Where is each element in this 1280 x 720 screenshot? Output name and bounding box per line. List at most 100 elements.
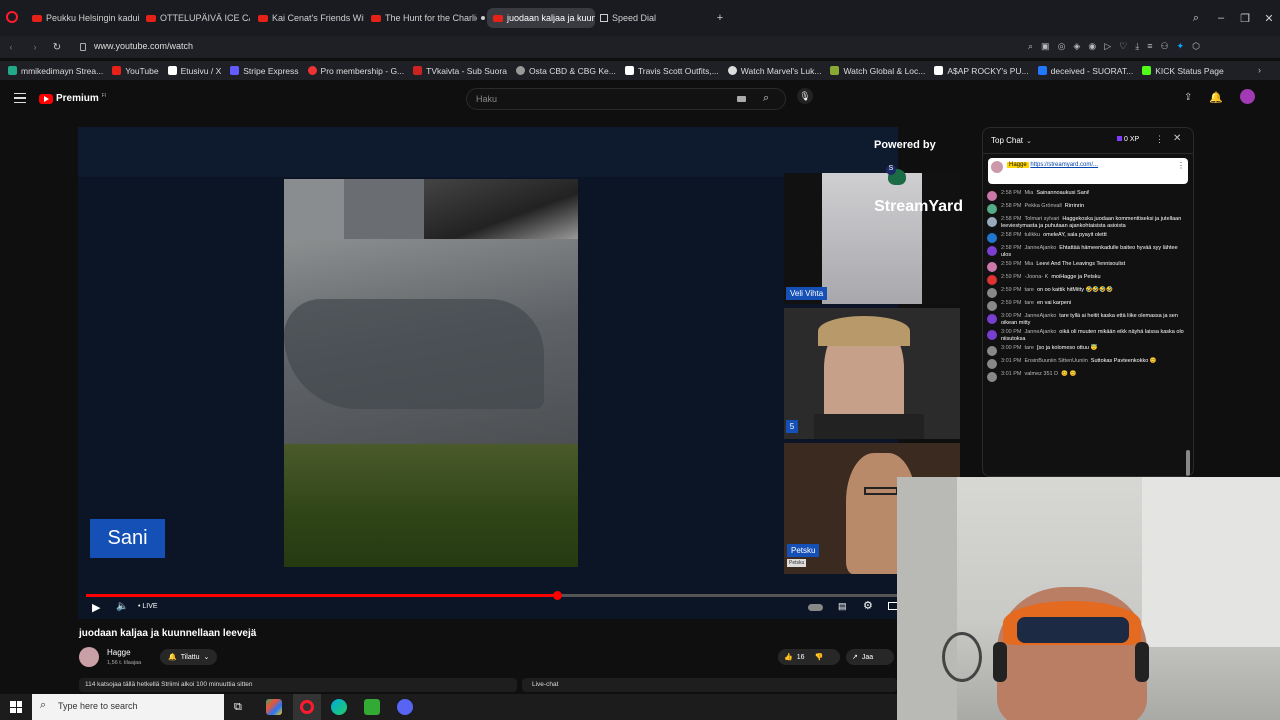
progress-track[interactable] bbox=[86, 594, 898, 597]
camera-icon[interactable]: ◎ bbox=[1058, 41, 1066, 53]
bookmark-item[interactable]: YouTube bbox=[112, 66, 159, 76]
thumbs-up-icon[interactable]: 👍 bbox=[784, 653, 793, 661]
shield-icon[interactable]: ◈ bbox=[1073, 41, 1080, 53]
taskbar-search[interactable]: ⌕ Type here to search bbox=[32, 694, 224, 720]
back-icon[interactable]: ‹ bbox=[4, 40, 18, 54]
channel-name[interactable]: Hagge bbox=[107, 648, 131, 657]
close-chat-icon[interactable]: ✕ bbox=[1173, 133, 1181, 144]
chat-author[interactable]: JanneAjanko bbox=[1024, 329, 1056, 335]
search-box[interactable]: Haku ⌕ bbox=[466, 88, 786, 110]
snapshot-icon[interactable]: ▣ bbox=[1041, 41, 1050, 53]
bookmark-item[interactable]: Pro membership - G... bbox=[307, 66, 404, 76]
search-input[interactable]: Haku bbox=[476, 94, 497, 104]
chat-message[interactable]: 3:00 PM JanneAjanko oikä oli muuten mikään… bbox=[983, 328, 1193, 344]
chat-author[interactable]: -Joona- K bbox=[1024, 274, 1048, 280]
search-icon[interactable]: ⌕ bbox=[1028, 41, 1033, 53]
more-options-icon[interactable]: ⋮ bbox=[1155, 134, 1164, 145]
subscribe-button[interactable]: 🔔 Tilattu ⌄ bbox=[160, 649, 218, 665]
chat-author[interactable]: tare bbox=[1024, 287, 1033, 293]
chat-author[interactable]: tare bbox=[1024, 300, 1033, 306]
notifications-bell-icon[interactable]: 🔔 bbox=[1209, 91, 1223, 104]
avatar[interactable] bbox=[1240, 89, 1255, 104]
tab-speed-dial[interactable]: Speed Dial bbox=[600, 8, 670, 28]
chat-message[interactable]: 2:58 PM tulikku omeleAY, sala pyayit olett… bbox=[983, 231, 1193, 244]
bookmark-item[interactable]: KICK Status Page bbox=[1142, 66, 1224, 76]
chat-author[interactable]: Mia bbox=[1024, 190, 1033, 196]
minimize-button[interactable]: – bbox=[1214, 11, 1228, 25]
chat-author[interactable]: tare bbox=[1024, 345, 1033, 351]
edge-icon[interactable] bbox=[331, 699, 347, 715]
aria-icon[interactable]: ✦ bbox=[1177, 41, 1185, 53]
extensions-icon[interactable]: ⬡ bbox=[1192, 41, 1200, 53]
keyboard-icon[interactable] bbox=[737, 96, 746, 102]
chat-message[interactable]: 2:59 PM -Joona- KmoiHagge ja Petsku bbox=[983, 273, 1193, 286]
close-window-button[interactable]: ✕ bbox=[1262, 11, 1276, 25]
windows-start-icon[interactable] bbox=[10, 701, 22, 713]
menu-icon[interactable]: ≡ bbox=[1147, 41, 1152, 53]
pinned-link[interactable]: https://streamyard.com/... bbox=[1030, 162, 1098, 168]
bookmark-item[interactable]: deceived - SUORAT... bbox=[1037, 66, 1133, 76]
chat-author[interactable]: EnsinBuuniin SittenUuniin bbox=[1024, 358, 1087, 364]
chat-author[interactable]: Pekka Grönvall bbox=[1024, 203, 1061, 209]
chat-message[interactable]: 3:01 PM valmez 351 D 😊 😊 bbox=[983, 370, 1193, 383]
play-button[interactable]: ▶ bbox=[92, 601, 100, 614]
live-indicator[interactable]: • LIVE bbox=[138, 603, 158, 610]
url-field[interactable]: www.youtube.com/watch bbox=[94, 41, 193, 51]
hamburger-menu-icon[interactable] bbox=[14, 93, 26, 103]
vpn-icon[interactable]: ◉ bbox=[1088, 41, 1096, 53]
tab-2[interactable]: OTTELUPÄIVÄ ICE CAGE 5 bbox=[146, 8, 250, 28]
video-player[interactable]: Sani Powered by S StreamYard Veli Vihta … bbox=[78, 127, 963, 619]
task-view-icon[interactable]: ⧉ bbox=[234, 701, 242, 714]
pinned-message[interactable]: Hagge https://streamyard.com/... ⋮ bbox=[988, 158, 1188, 184]
bookmark-item[interactable]: mmikedimayn Strea... bbox=[8, 66, 103, 76]
search-tabs-icon[interactable]: ⌕ bbox=[1189, 11, 1203, 25]
account-icon[interactable]: ⚇ bbox=[1160, 41, 1168, 53]
chat-author[interactable]: Tolmari sylvari bbox=[1024, 216, 1059, 222]
live-chat-header[interactable]: Live-chat bbox=[522, 678, 897, 692]
xp-badge[interactable]: 0 XP bbox=[1117, 136, 1139, 143]
taskbar-search-input[interactable]: Type here to search bbox=[58, 701, 138, 711]
share-button[interactable]: ↗ Jaa bbox=[846, 649, 894, 665]
bookmark-item[interactable]: Stripe Express bbox=[230, 66, 299, 76]
chat-message[interactable]: 2:59 PM tare on oo kattik hitMitty 🤣🤣🤣🤣 bbox=[983, 286, 1193, 299]
tab-3[interactable]: Kai Cenat's Friends Will B bbox=[258, 8, 364, 28]
chat-author[interactable]: JanneAjanko bbox=[1024, 313, 1056, 319]
bookmark-item[interactable]: Etusivu / X bbox=[167, 66, 221, 76]
subtitles-icon[interactable]: ▤ bbox=[838, 601, 847, 612]
chat-message[interactable]: 2:58 PM Pekka Grönvall Rirrinrin bbox=[983, 202, 1193, 215]
bookmark-item[interactable]: A$AP ROCKY's PU... bbox=[934, 66, 1029, 76]
chat-scrollbar[interactable] bbox=[1186, 450, 1190, 476]
autoplay-toggle[interactable] bbox=[808, 604, 823, 611]
bookmark-item[interactable]: TVkaivta - Sub Suora bbox=[413, 66, 507, 76]
volume-icon[interactable]: 🔈 bbox=[116, 601, 128, 612]
progress-scrubber[interactable] bbox=[552, 591, 562, 600]
chat-message[interactable]: 2:59 PM tare en vai karpeni bbox=[983, 299, 1193, 312]
tab-5-active[interactable]: juodaan kaljaa ja kuunnel bbox=[487, 8, 595, 28]
discord-icon[interactable] bbox=[397, 699, 413, 715]
heart-icon[interactable]: ♡ bbox=[1119, 41, 1127, 53]
youtube-premium-logo[interactable]: Premium FI bbox=[39, 93, 106, 104]
chat-author[interactable]: valmez 351 D bbox=[1024, 371, 1058, 377]
maximize-button[interactable]: ❐ bbox=[1238, 11, 1252, 25]
reload-icon[interactable]: ↻ bbox=[50, 40, 64, 54]
pinned-menu-icon[interactable]: ⋮ bbox=[1177, 161, 1185, 181]
chat-message[interactable]: 2:58 PM Mia Sainannoaukusi Sani! bbox=[983, 189, 1193, 202]
upload-icon[interactable]: ⇪ bbox=[1184, 92, 1192, 103]
chat-message[interactable]: 3:01 PM EnsinBuuniin SittenUuniin Suttokas… bbox=[983, 357, 1193, 370]
microphone-icon[interactable]: 🎙 bbox=[797, 88, 813, 104]
spotify-app-icon[interactable] bbox=[364, 699, 380, 715]
opera-logo-icon[interactable] bbox=[6, 11, 18, 23]
stream-info[interactable]: 114 katsojaa tällä hetkellä Striimi alko… bbox=[79, 678, 517, 692]
chat-message[interactable]: 2:58 PM JanneAjanko Ehtattää hämeenkadulle… bbox=[983, 244, 1193, 260]
bookmarks-more-icon[interactable]: › bbox=[1258, 65, 1261, 75]
bookmark-item[interactable]: Watch Marvel's Luk... bbox=[727, 66, 821, 76]
bookmark-item[interactable]: Osta CBD & CBG Ke... bbox=[515, 66, 616, 76]
tab-4[interactable]: The Hunt for the Charlie K bbox=[371, 8, 477, 28]
app-icon[interactable] bbox=[266, 699, 282, 715]
search-icon[interactable]: ⌕ bbox=[763, 92, 769, 105]
bookmark-item[interactable]: Watch Global & Loc... bbox=[830, 66, 925, 76]
chat-author[interactable]: JanneAjanko bbox=[1024, 245, 1056, 251]
chat-message[interactable]: 3:00 PM tare [so ja kolomeso ottuu 😇 bbox=[983, 344, 1193, 357]
chat-message[interactable]: 2:58 PM Tolmari sylvari Haggekoska juodaan… bbox=[983, 215, 1193, 231]
bookmark-item[interactable]: Travis Scott Outfits,... bbox=[624, 66, 719, 76]
